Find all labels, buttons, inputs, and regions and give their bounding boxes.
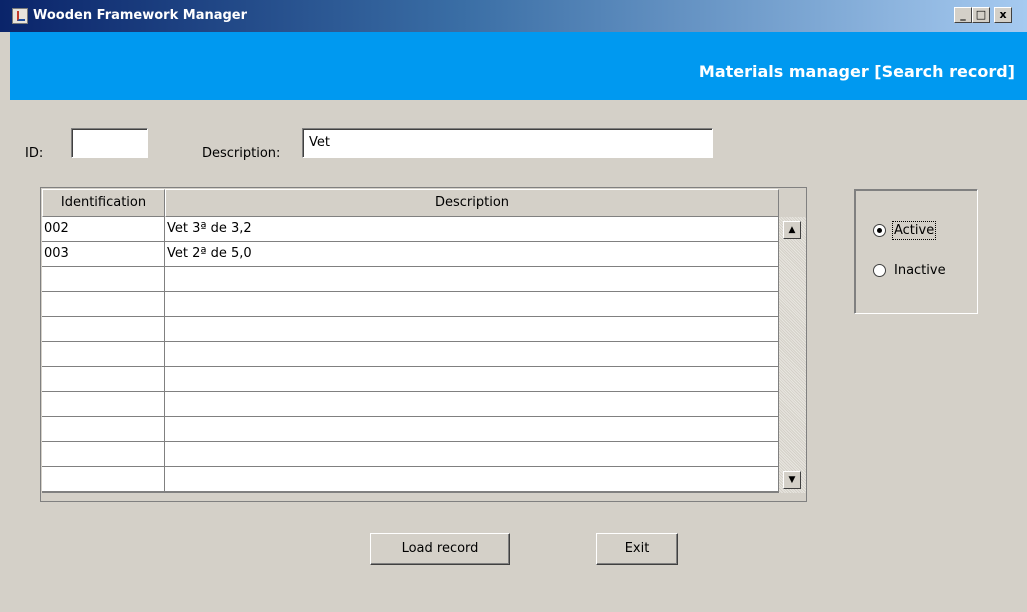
radio-active[interactable]: Active — [873, 221, 937, 240]
description-label: Description: — [202, 146, 281, 161]
cell-description[interactable] — [165, 417, 779, 441]
window-title: Wooden Framework Manager — [33, 8, 248, 23]
table-row[interactable]: 002 Vet 3ª de 3,2 — [42, 217, 779, 242]
cell-description[interactable] — [165, 367, 779, 391]
table-header: Identification Description — [42, 189, 779, 217]
cell-description[interactable]: Vet 2ª de 5,0 — [165, 242, 779, 266]
radio-selected-icon[interactable] — [873, 224, 886, 237]
id-field[interactable] — [71, 128, 148, 158]
radio-inactive-label[interactable]: Inactive — [894, 263, 946, 278]
java-cup-icon — [12, 8, 28, 24]
table-row[interactable] — [42, 417, 779, 442]
header-banner: Materials manager [Search record] — [10, 32, 1027, 100]
cell-identification[interactable]: 002 — [42, 217, 165, 241]
table-row[interactable] — [42, 317, 779, 342]
cell-description[interactable] — [165, 442, 779, 466]
load-record-button[interactable]: Load record — [370, 533, 510, 565]
cell-identification[interactable] — [42, 317, 165, 341]
maximize-button[interactable]: □ — [972, 7, 990, 23]
exit-button[interactable]: Exit — [596, 533, 678, 565]
cell-description[interactable] — [165, 467, 779, 491]
cell-description[interactable] — [165, 292, 779, 316]
table-row[interactable] — [42, 342, 779, 367]
table-row[interactable] — [42, 392, 779, 417]
table-row[interactable] — [42, 292, 779, 317]
cell-description[interactable] — [165, 317, 779, 341]
cell-identification[interactable] — [42, 442, 165, 466]
down-arrow-icon[interactable]: ▼ — [783, 471, 801, 489]
cell-description[interactable] — [165, 342, 779, 366]
cell-identification[interactable]: 003 — [42, 242, 165, 266]
cell-identification[interactable] — [42, 367, 165, 391]
cell-identification[interactable] — [42, 467, 165, 491]
radio-inactive[interactable]: Inactive — [873, 263, 946, 278]
cell-identification[interactable] — [42, 342, 165, 366]
minimize-button[interactable]: _ — [954, 7, 972, 23]
cell-identification[interactable] — [42, 267, 165, 291]
column-header-description[interactable]: Description — [165, 189, 779, 217]
cell-identification[interactable] — [42, 417, 165, 441]
table-row[interactable] — [42, 367, 779, 392]
cell-description[interactable]: Vet 3ª de 3,2 — [165, 217, 779, 241]
id-label: ID: — [25, 146, 44, 161]
radio-unselected-icon[interactable] — [873, 264, 886, 277]
radio-active-label[interactable]: Active — [891, 221, 937, 240]
banner-title: Materials manager [Search record] — [698, 62, 1015, 81]
table-row[interactable] — [42, 267, 779, 292]
up-arrow-icon[interactable]: ▲ — [783, 221, 801, 239]
cell-description[interactable] — [165, 267, 779, 291]
table-row[interactable] — [42, 442, 779, 467]
status-panel: Active Inactive — [854, 189, 978, 314]
scroll-corner — [779, 189, 806, 217]
title-bar[interactable]: Wooden Framework Manager _ □ x — [0, 0, 1027, 32]
column-header-identification[interactable]: Identification — [42, 189, 165, 217]
table-body: 002 Vet 3ª de 3,2 003 Vet 2ª de 5,0 — [42, 217, 779, 492]
cell-identification[interactable] — [42, 292, 165, 316]
description-field[interactable]: Vet — [302, 128, 713, 158]
vertical-scrollbar[interactable]: ▲ ▼ — [779, 217, 806, 493]
cell-identification[interactable] — [42, 392, 165, 416]
cell-description[interactable] — [165, 392, 779, 416]
table-footer — [42, 492, 779, 501]
table-row[interactable] — [42, 467, 779, 492]
results-table: Identification Description 002 Vet 3ª de … — [40, 187, 807, 502]
close-button[interactable]: x — [994, 7, 1012, 23]
table-row[interactable]: 003 Vet 2ª de 5,0 — [42, 242, 779, 267]
